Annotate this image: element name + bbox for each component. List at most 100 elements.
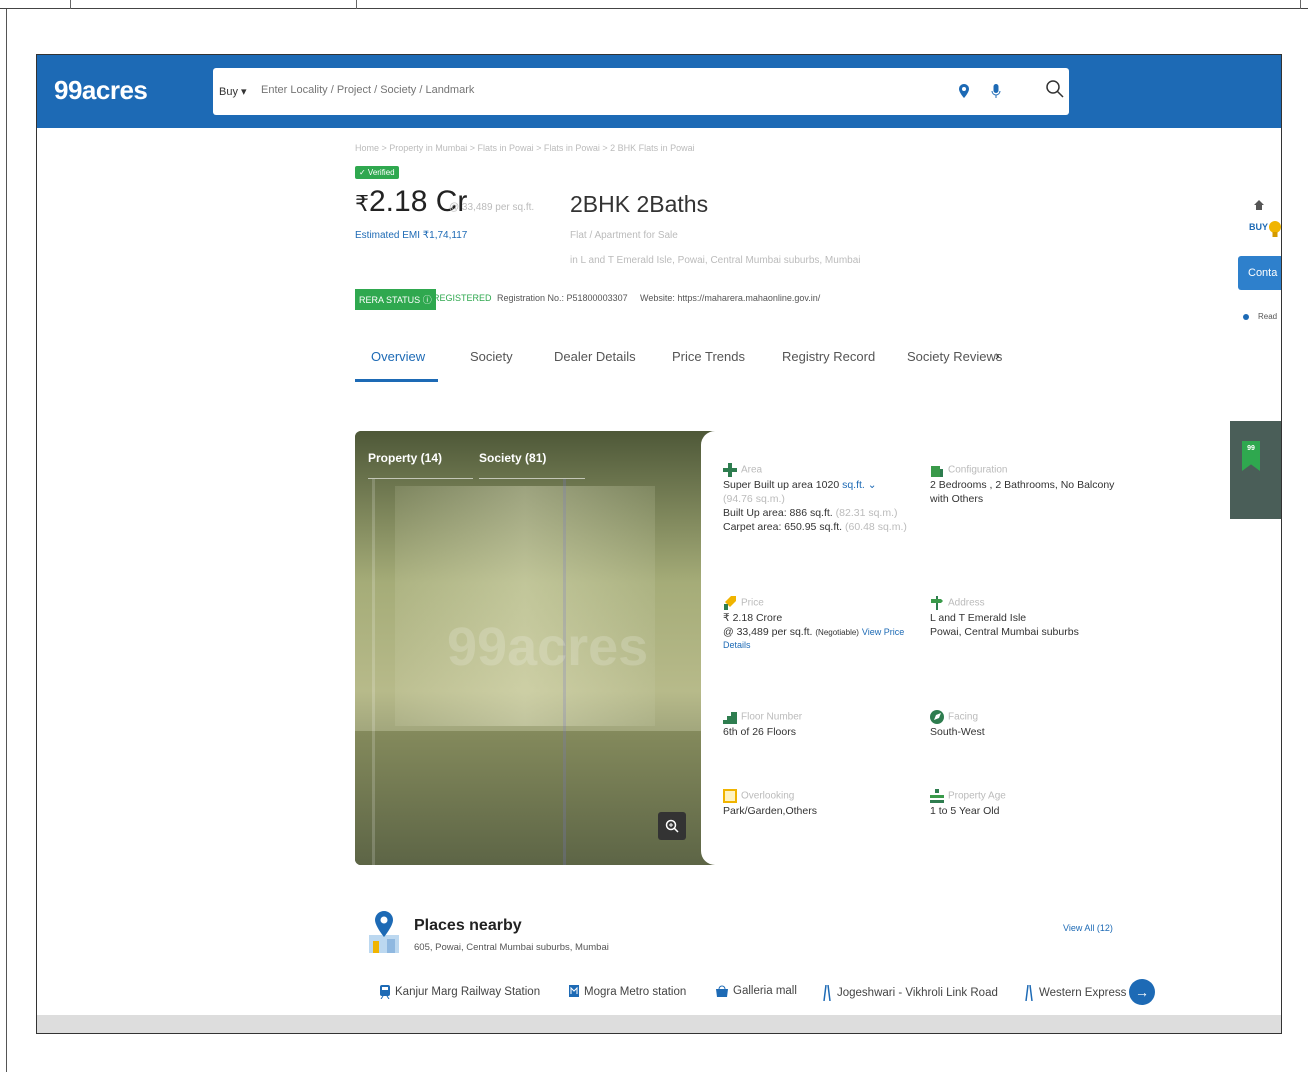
read-label: Read [1258,312,1278,321]
photo-gallery[interactable]: 99acres Property (14) Society (81) [355,431,725,865]
signpost-icon [931,596,943,610]
road-icon [1025,985,1033,1001]
nearby-place-chip[interactable]: Jogeshwari - Vikhroli Link Road [821,985,998,1001]
rera-status-badge[interactable]: RERA STATUS ⓘ [355,289,436,310]
rera-website[interactable]: Website: https://maharera.mahaonline.gov… [640,293,820,303]
area-attribute: Area Super Built up area 1020 sq.ft. ⌄ (… [723,463,907,533]
listing-location: in L and T Emerald Isle, Powai, Central … [570,255,861,266]
listing-tabs: Overview Society Dealer Details Price Tr… [355,345,1055,383]
microphone-icon[interactable] [991,84,1001,98]
nearby-place-name: Western Express [1039,987,1127,1000]
tab-society[interactable]: Society [470,349,513,364]
contact-button[interactable]: Conta [1238,256,1281,290]
places-nearby-address: 605, Powai, Central Mumbai suburbs, Mumb… [414,942,609,953]
rera-status-label: RERA STATUS [359,295,421,305]
currency-symbol: ₹ [355,191,369,216]
facing-label: Facing [948,711,979,723]
negotiable-tag: (Negotiable) [815,628,859,637]
view-price-details-link-cont[interactable]: Details [723,640,904,650]
property-age-value: 1 to 5 Year Old [930,805,1000,817]
gallery-tab-underline [368,478,473,479]
configuration-others: with Others [930,493,984,505]
property-age-label: Property Age [948,790,1006,802]
price-tag-icon [724,596,736,610]
estimated-emi-link[interactable]: Estimated EMI ₹1,74,117 [355,230,467,241]
zoom-icon [665,819,679,833]
frame-divider [1300,0,1301,9]
listing-configuration: 2BHK 2Baths [570,191,709,217]
search-type-dropdown[interactable]: Buy ▾ [219,85,247,98]
gallery-tab-property[interactable]: Property (14) [368,451,442,465]
buy-label: BUY [1249,222,1269,232]
nearby-place-chip[interactable]: Galleria mall [715,985,797,997]
radio-dot-icon[interactable] [1243,314,1249,320]
property-age-attribute: Property Age 1 to 5 Year Old [930,789,1006,817]
gallery-tab-society[interactable]: Society (81) [479,451,546,465]
search-bar[interactable]: Buy ▾ [213,68,1069,115]
address-locality: Powai, Central Mumbai suburbs [930,626,1079,638]
bottom-strip [37,1015,1281,1033]
search-icon[interactable] [1045,79,1065,99]
tabs-next-chevron-icon[interactable]: › [995,347,1000,363]
tab-registry-record[interactable]: Registry Record [782,349,875,364]
built-up-area-sqm: (82.31 sq.m.) [835,507,898,519]
tab-price-trends[interactable]: Price Trends [672,349,745,364]
stairs-icon [723,712,737,724]
road-icon [823,985,831,1001]
address-label: Address [948,597,985,609]
bulb-icon [1269,221,1281,237]
site-logo[interactable]: 99acres [54,75,148,106]
nearby-place-name: Jogeshwari - Vikhroli Link Road [837,987,998,1000]
gallery-tab-underline [479,478,585,479]
price-per-sqft: @ 33,489 per sq.ft. [449,202,535,213]
building-age-icon [930,789,944,803]
configuration-label: Configuration [948,464,1008,476]
search-type-label: Buy [219,86,238,98]
nearby-place-chip[interactable]: Kanjur Marg Railway Station [379,985,540,999]
breadcrumb[interactable]: Home > Property in Mumbai > Flats in Pow… [355,143,695,153]
carpet-area-sqm: (60.48 sq.m.) [845,521,907,533]
view-all-places-link[interactable]: View All (12) [1063,923,1113,933]
facing-attribute: Facing South-West [930,710,985,738]
metro-icon [569,985,579,997]
view-price-details-link[interactable]: View Price [862,627,904,637]
price-attribute: Price ₹ 2.18 Crore @ 33,489 per sq.ft. (… [723,596,904,650]
overlooking-attribute: Overlooking Park/Garden,Others [723,789,817,817]
price-per-sqft-detail: @ 33,489 per sq.ft. [723,626,813,638]
page-frame-top [0,0,1308,9]
nearby-place-chip[interactable]: Mogra Metro station [568,985,686,999]
nearby-place-chip[interactable]: Western Express [1023,985,1126,1001]
window-icon [723,789,737,803]
floor-attribute: Floor Number 6th of 26 Floors [723,710,802,738]
area-unit-dropdown[interactable]: sq.ft. [842,479,865,491]
zoom-button[interactable] [658,812,686,840]
places-nearby-title: Places nearby [414,917,522,934]
tab-society-reviews[interactable]: Society Reviews [907,349,1002,364]
area-label: Area [741,464,763,476]
site-header: 99acres Buy ▾ [37,55,1281,128]
tab-dealer-details[interactable]: Dealer Details [554,349,636,364]
gallery-photo-floor [355,731,725,865]
watermark: 99acres [447,617,649,677]
super-built-up-area-sqm: (94.76 sq.m.) [723,493,785,505]
ribbon-badge-text: 99 [1247,445,1255,452]
map-pin-icon [369,911,399,953]
rera-registration-number: Registration No.: P51800003307 [497,293,628,303]
area-icon [723,463,737,477]
ribbon-badge-icon: 99 [1242,441,1260,471]
location-icon[interactable] [959,84,969,98]
configuration-icon [931,466,943,477]
side-promo-card[interactable]: 99 [1230,421,1281,519]
facing-value: South-West [930,726,985,738]
super-built-up-area: Super Built up area 1020 [723,479,840,491]
built-up-area: Built Up area: 886 sq.ft. [723,507,833,519]
search-input[interactable] [261,84,861,96]
tab-overview[interactable]: Overview [371,349,425,364]
nearby-next-button[interactable]: → [1129,979,1155,1005]
rera-registered: REGISTERED [433,293,492,303]
overlooking-value: Park/Garden,Others [723,805,817,817]
listing-subtype: Flat / Apartment for Sale [570,230,678,241]
nearby-place-name: Kanjur Marg Railway Station [395,986,541,999]
chevron-down-icon[interactable]: ⌄ [868,479,877,491]
browser-screenshot: 99acres Buy ▾ Home > Property in Mumbai … [36,54,1282,1034]
